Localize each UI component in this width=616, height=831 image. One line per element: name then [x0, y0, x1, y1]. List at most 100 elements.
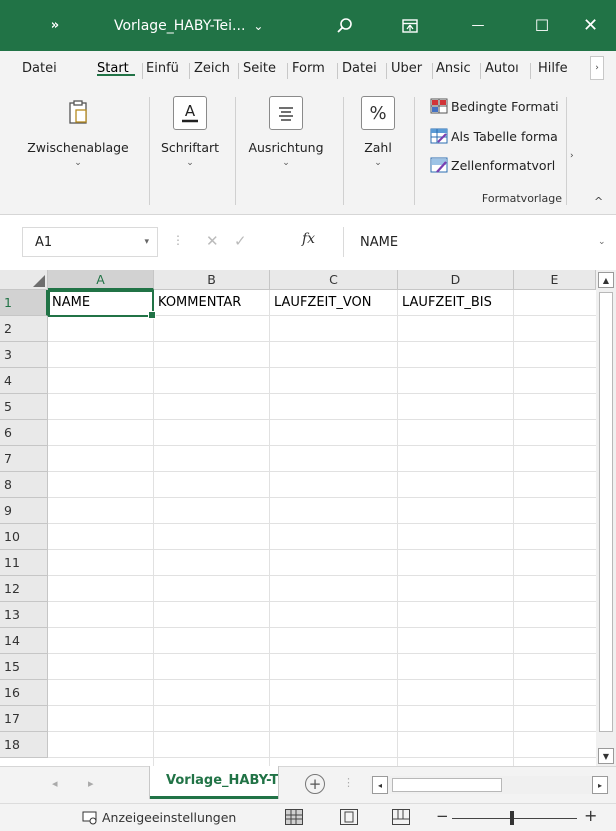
- horizontal-scrollbar[interactable]: ◂ ▸: [370, 776, 610, 794]
- row-header-3[interactable]: 3: [0, 342, 48, 368]
- resize-handle-icon[interactable]: ⋮: [172, 233, 184, 247]
- tab-separator: [287, 63, 288, 79]
- tabs-scroll-right-button[interactable]: ›: [590, 56, 604, 80]
- close-button[interactable]: ✕: [565, 0, 616, 51]
- cell-b1[interactable]: KOMMENTAR: [154, 290, 270, 316]
- group-separator: [566, 97, 567, 205]
- row-header-8[interactable]: 8: [0, 472, 48, 498]
- tab-seitenlayout[interactable]: Seite: [243, 61, 283, 76]
- tab-splitter-handle[interactable]: ⋮: [343, 776, 354, 789]
- column-header-b[interactable]: B: [154, 270, 270, 290]
- format-as-table-icon: [430, 128, 448, 144]
- insert-function-icon[interactable]: fx: [302, 231, 315, 247]
- chevron-down-icon: ⌄: [253, 18, 264, 33]
- row-header-16[interactable]: 16: [0, 680, 48, 706]
- previous-sheet-button[interactable]: ◂: [52, 777, 58, 790]
- collapse-ribbon-button[interactable]: ^: [594, 195, 603, 208]
- row-header-5[interactable]: 5: [0, 394, 48, 420]
- font-icon: A: [173, 96, 207, 130]
- zoom-out-button[interactable]: −: [436, 807, 449, 825]
- row-header-1[interactable]: 1: [0, 290, 48, 316]
- formula-input[interactable]: NAME: [343, 227, 611, 257]
- add-sheet-button[interactable]: +: [305, 774, 325, 794]
- row-header-4[interactable]: 4: [0, 368, 48, 394]
- tab-ansicht[interactable]: Ansic: [436, 61, 476, 76]
- plus-icon: +: [308, 775, 322, 793]
- quick-access-more-button[interactable]: »: [40, 0, 70, 51]
- normal-view-button[interactable]: [285, 809, 303, 825]
- enter-icon[interactable]: ✓: [234, 232, 247, 250]
- grid-line: [397, 290, 398, 766]
- column-header-a[interactable]: A: [48, 270, 154, 290]
- row-header-17[interactable]: 17: [0, 706, 48, 732]
- row-header-13[interactable]: 13: [0, 602, 48, 628]
- zoom-slider[interactable]: [452, 818, 577, 819]
- row-header-10[interactable]: 10: [0, 524, 48, 550]
- search-button[interactable]: [330, 0, 360, 51]
- arrow-left-icon: ◂: [377, 780, 382, 790]
- cell-c1[interactable]: LAUFZEIT_VON: [270, 290, 398, 316]
- cell-d1[interactable]: LAUFZEIT_BIS: [398, 290, 514, 316]
- name-box[interactable]: A1 ▾: [22, 227, 158, 257]
- number-group[interactable]: % Zahl ⌄: [350, 91, 406, 209]
- conditional-formatting-icon: [430, 98, 448, 114]
- zoom-slider-thumb[interactable]: [510, 811, 514, 825]
- clipboard-group[interactable]: Zwischenablage ⌄: [18, 91, 138, 209]
- cancel-icon[interactable]: ✕: [206, 232, 219, 250]
- active-cell-cursor[interactable]: [48, 290, 156, 319]
- page-break-view-button[interactable]: [392, 809, 410, 825]
- row-header-15[interactable]: 15: [0, 654, 48, 680]
- cell-styles-button[interactable]: Zellenformatvorl: [430, 155, 562, 175]
- document-title-text: Vorlage_HABY-Tei...: [114, 17, 246, 34]
- alignment-group[interactable]: Ausrichtung ⌄: [236, 91, 336, 209]
- percent-icon: %: [361, 96, 395, 130]
- scroll-right-button[interactable]: ▸: [592, 776, 608, 794]
- column-header-d[interactable]: D: [398, 270, 514, 290]
- row-header-18[interactable]: 18: [0, 732, 48, 758]
- tab-formeln[interactable]: Form: [292, 61, 332, 76]
- cell-styles-label: Zellenformatvorl: [451, 157, 556, 173]
- ribbon-display-button[interactable]: [395, 0, 425, 51]
- vertical-scroll-thumb[interactable]: [599, 292, 613, 732]
- styles-expand-button[interactable]: ›: [570, 151, 574, 161]
- svg-text:A: A: [185, 102, 196, 120]
- tab-einfuegen[interactable]: Einfü: [146, 61, 184, 76]
- row-header-7[interactable]: 7: [0, 446, 48, 472]
- tab-zeichnen[interactable]: Zeich: [194, 61, 234, 76]
- maximize-button[interactable]: ☐: [517, 0, 567, 51]
- select-all-button[interactable]: [0, 270, 48, 290]
- document-title[interactable]: Vorlage_HABY-Tei... ⌄: [114, 0, 264, 51]
- scroll-down-button[interactable]: ▼: [598, 748, 614, 764]
- grid-line: [269, 290, 270, 766]
- column-header-e[interactable]: E: [514, 270, 596, 290]
- expand-formula-bar-icon[interactable]: ⌄: [598, 237, 606, 247]
- page-layout-view-button[interactable]: [340, 809, 358, 825]
- scroll-left-button[interactable]: ◂: [372, 776, 388, 794]
- row-header-9[interactable]: 9: [0, 498, 48, 524]
- font-group[interactable]: A Schriftart ⌄: [150, 91, 230, 209]
- sheet-tab-vorlage[interactable]: Vorlage_HABY-T: [150, 766, 278, 799]
- vertical-scrollbar[interactable]: ▲ ▼: [596, 270, 616, 766]
- tab-ueberpruefen[interactable]: Über: [391, 61, 429, 76]
- minimize-button[interactable]: —: [453, 0, 503, 51]
- display-settings-button[interactable]: Anzeigeeinstellungen: [82, 810, 236, 825]
- maximize-icon: ☐: [534, 16, 550, 35]
- row-header-2[interactable]: 2: [0, 316, 48, 342]
- next-sheet-button[interactable]: ▸: [88, 777, 94, 790]
- tab-start[interactable]: Start: [97, 61, 137, 76]
- conditional-formatting-button[interactable]: Bedingte Formati: [430, 96, 570, 116]
- scroll-up-button[interactable]: ▲: [598, 272, 614, 288]
- zoom-in-button[interactable]: +: [584, 806, 597, 825]
- spreadsheet-grid: A B C D E 1 2 3 4 5 6 7 8 9 10 11 12 13 14 15 16 17 18 NA…: [0, 270, 596, 766]
- row-header-6[interactable]: 6: [0, 420, 48, 446]
- column-header-c[interactable]: C: [270, 270, 398, 290]
- format-as-table-button[interactable]: Als Tabelle forma: [430, 126, 570, 146]
- row-header-11[interactable]: 11: [0, 550, 48, 576]
- row-header-14[interactable]: 14: [0, 628, 48, 654]
- tab-automatisieren[interactable]: Autoı: [485, 61, 525, 76]
- tab-datei[interactable]: Datei: [22, 61, 60, 76]
- tab-hilfe[interactable]: Hilfe: [538, 61, 578, 76]
- row-header-12[interactable]: 12: [0, 576, 48, 602]
- horizontal-scroll-thumb[interactable]: [392, 778, 502, 792]
- tab-daten[interactable]: Datei: [342, 61, 382, 76]
